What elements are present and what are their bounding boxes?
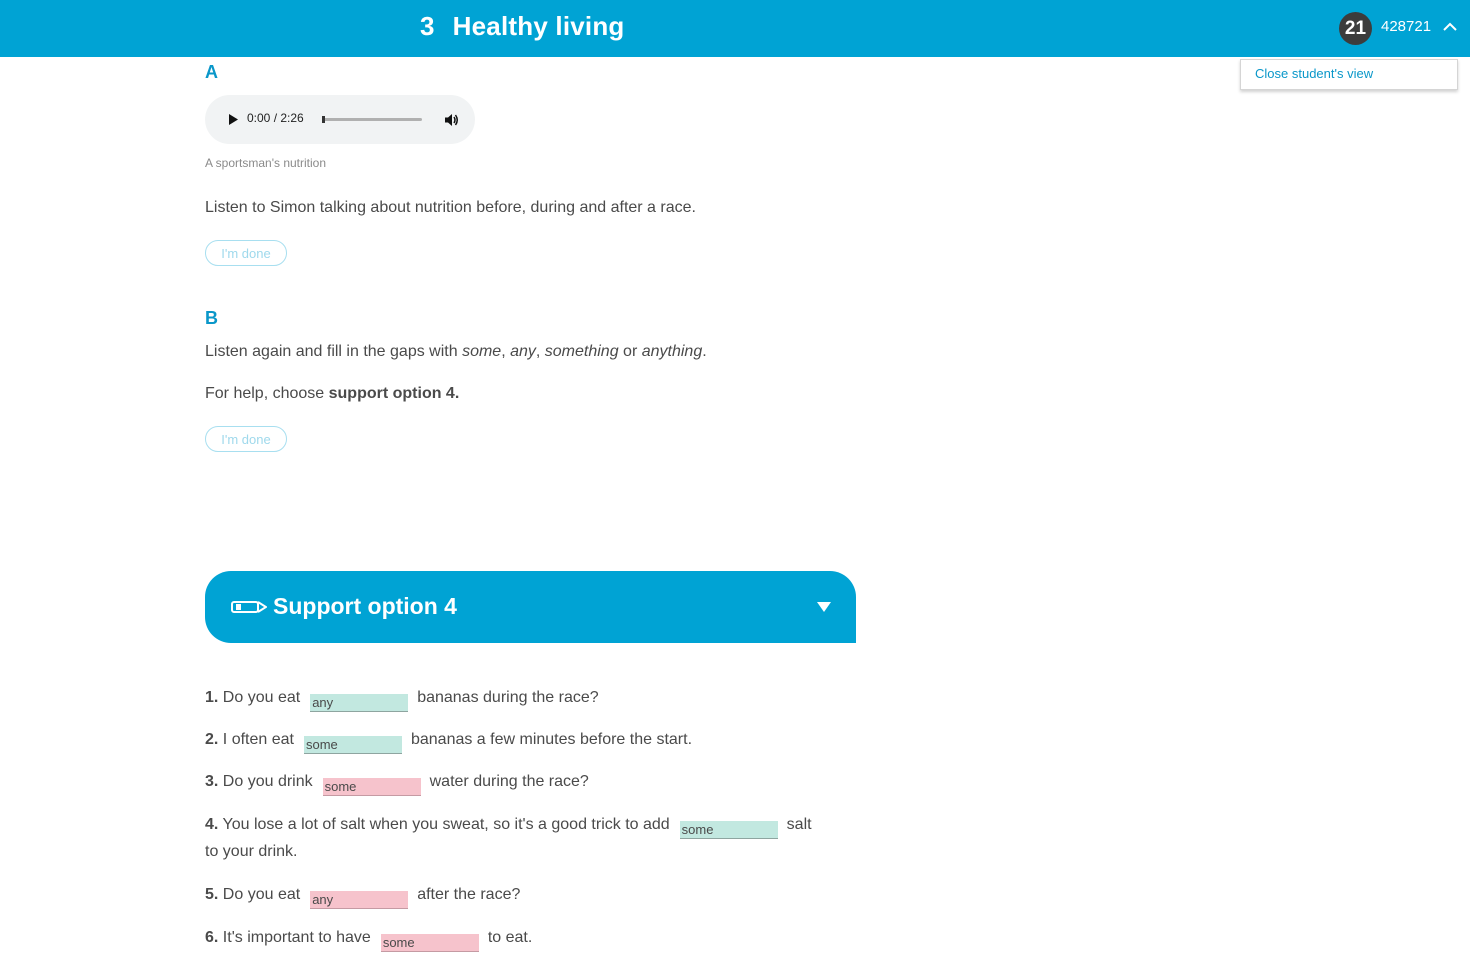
chevron-up-icon	[1443, 22, 1457, 31]
section-b-help: For help, choose support option 4.	[205, 385, 459, 403]
audio-seek-bar[interactable]	[322, 116, 422, 123]
question-text: to eat.	[487, 929, 533, 946]
support-option-title: Support option 4	[273, 593, 457, 619]
user-menu-toggle[interactable]: 21 428721	[1339, 12, 1457, 45]
question-6: 6. It's important to have some to eat.	[205, 929, 532, 952]
word-something: something	[544, 343, 619, 360]
play-icon[interactable]	[228, 113, 239, 126]
question-1: 1. Do you eat any bananas during the race?	[205, 689, 599, 712]
unit-number: 3	[420, 11, 435, 41]
volume-icon[interactable]	[444, 112, 460, 128]
separator: ,	[501, 343, 511, 360]
pencil-icon	[231, 601, 267, 613]
question-5: 5. Do you eat any after the race?	[205, 886, 520, 909]
question-text: It's important to have	[222, 929, 371, 946]
section-b-letter: B	[205, 308, 218, 328]
question-text: bananas a few minutes before the start.	[410, 731, 693, 748]
section-a-instruction: Listen to Simon talking about nutrition …	[205, 199, 696, 216]
question-4-continuation: to your drink.	[205, 843, 298, 860]
period: .	[702, 343, 707, 360]
separator: ,	[535, 343, 545, 360]
section-a-done-button[interactable]: I'm done	[205, 240, 287, 266]
question-number: 5.	[205, 886, 219, 903]
answer-gap-incorrect[interactable]: some	[380, 934, 479, 952]
question-number: 6.	[205, 929, 219, 946]
user-dropdown: Close student's view	[1240, 59, 1458, 90]
question-text: I often eat	[222, 731, 294, 748]
answer-gap-correct[interactable]: some	[679, 821, 778, 839]
question-text: bananas during the race?	[417, 689, 599, 706]
question-number: 2.	[205, 731, 219, 748]
audio-seek-handle[interactable]	[322, 116, 325, 123]
help-text: For help, choose	[205, 385, 329, 402]
section-a-letter: A	[205, 62, 218, 82]
answer-gap-incorrect[interactable]: some	[322, 778, 421, 796]
answer-gap-correct[interactable]: any	[310, 694, 409, 712]
header-bar: 3 Healthy living 21 428721	[0, 0, 1470, 57]
question-4: 4. You lose a lot of salt when you sweat…	[205, 816, 812, 839]
page-title: 3 Healthy living	[420, 11, 625, 42]
close-students-view-link[interactable]: Close student's view	[1255, 66, 1373, 81]
question-number: 1.	[205, 689, 219, 706]
question-number: 4.	[205, 816, 219, 833]
word-any: any	[510, 343, 536, 360]
question-text: Do you eat	[222, 689, 301, 706]
question-text: Do you drink	[222, 773, 313, 790]
audio-time: 0:00 / 2:26	[247, 111, 304, 125]
support-option-header[interactable]: Support option 4	[205, 571, 856, 643]
instruction-text: Listen again and fill in the gaps with	[205, 343, 463, 360]
question-text: Do you eat	[222, 886, 301, 903]
question-3: 3. Do you drink some water during the race…	[205, 773, 589, 796]
question-text: salt	[786, 816, 812, 833]
question-number: 3.	[205, 773, 219, 790]
audio-player: 0:00 / 2:26	[205, 95, 475, 144]
question-text: after the race?	[417, 886, 521, 903]
help-bold-text: support option 4.	[328, 385, 460, 402]
caret-down-icon[interactable]	[817, 602, 831, 612]
audio-caption: A sportsman's nutrition	[205, 156, 327, 170]
unit-title: Healthy living	[452, 11, 625, 41]
question-text: water during the race?	[429, 773, 589, 790]
answer-gap-incorrect[interactable]: any	[310, 891, 409, 909]
word-some: some	[462, 343, 502, 360]
question-text: You lose a lot of salt when you sweat, s…	[222, 816, 670, 833]
question-2: 2. I often eat some bananas a few minutes …	[205, 731, 692, 754]
answer-gap-correct[interactable]: some	[303, 736, 402, 754]
avatar: 21	[1339, 12, 1372, 45]
section-b-done-button[interactable]: I'm done	[205, 426, 287, 452]
user-code: 428721	[1381, 18, 1432, 35]
separator: or	[618, 343, 642, 360]
word-anything: anything	[641, 343, 703, 360]
header-wave	[0, 0, 1470, 57]
section-b-instruction: Listen again and fill in the gaps with s…	[205, 343, 707, 361]
